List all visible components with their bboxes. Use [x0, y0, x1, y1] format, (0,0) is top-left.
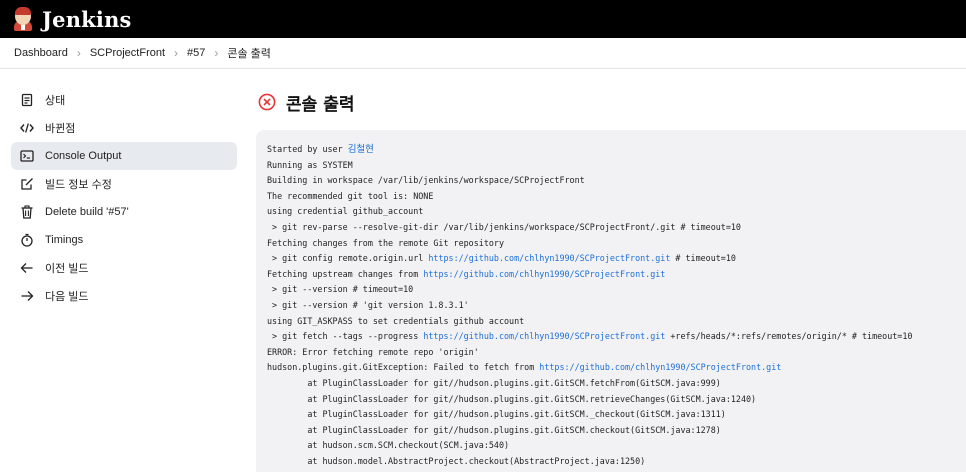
console-line: using credential github_account — [267, 204, 966, 220]
edit-icon — [20, 177, 34, 191]
console-line: using GIT_ASKPASS to set credentials git… — [267, 314, 966, 330]
console-line: Running as SYSTEM — [267, 158, 966, 174]
top-header: Jenkins — [0, 0, 966, 38]
console-line-text: at PluginClassLoader for git//hudson.plu… — [267, 409, 726, 420]
console-line: > git --version # timeout=10 — [267, 282, 966, 298]
chevron-right-icon: › — [214, 46, 219, 60]
chevron-right-icon: › — [174, 46, 179, 60]
console-line-text: at hudson.model.AbstractProject.checkout… — [267, 455, 646, 466]
console-output[interactable]: Started by user 김철현 Running as SYSTEM Buil… — [256, 130, 966, 472]
console-line-text: Building in workspace /var/lib/jenkins/w… — [267, 175, 585, 186]
trash-icon — [20, 205, 34, 219]
console-line-text: using GIT_ASKPASS to set credentials git… — [267, 315, 525, 326]
sidebar-item-next-build[interactable]: 다음 빌드 — [11, 282, 237, 310]
breadcrumb-build[interactable]: #57 — [187, 47, 205, 59]
console-line-text: hudson.plugins.git.GitException: Failed … — [267, 362, 540, 373]
console-line: > git --version # 'git version 1.8.3.1' — [267, 298, 966, 314]
console-line: Fetching upstream changes from https://g… — [267, 267, 966, 283]
sidebar-item-previous-build[interactable]: 이전 빌드 — [11, 254, 237, 282]
repo-link[interactable]: https://github.com/chlhyn1990/SCProjectF… — [539, 362, 781, 372]
sidebar-item-timings[interactable]: Timings — [11, 226, 237, 254]
console-line-text: using credential github_account — [267, 206, 424, 217]
console-line-text: at PluginClassLoader for git//hudson.plu… — [267, 424, 721, 435]
console-line: at hudson.scm.SCM.checkout(SCM.java:540) — [267, 438, 966, 454]
console-line: at PluginClassLoader for git//hudson.plu… — [267, 423, 966, 439]
console-line-text: at PluginClassLoader for git//hudson.plu… — [267, 377, 721, 388]
page-title: 콘솔 출력 — [286, 94, 355, 115]
user-link[interactable]: 김철현 — [348, 144, 374, 155]
console-line: > git config remote.origin.url https://g… — [267, 251, 966, 267]
console-line-text: > git fetch --tags --progress — [267, 331, 424, 342]
jenkins-logo-icon[interactable] — [12, 7, 34, 31]
document-icon — [20, 93, 34, 107]
sidebar-item-edit-build-info[interactable]: 빌드 정보 수정 — [11, 170, 237, 198]
repo-link[interactable]: https://github.com/chlhyn1990/SCProjectF… — [423, 269, 665, 279]
brand-name[interactable]: Jenkins — [42, 7, 132, 32]
console-line-text: at PluginClassLoader for git//hudson.plu… — [267, 393, 757, 404]
console-line: at PluginClassLoader for git//hudson.plu… — [267, 392, 966, 408]
console-line: at PluginClassLoader for git//hudson.plu… — [267, 407, 966, 423]
terminal-icon — [20, 149, 34, 163]
console-line-suffix: +refs/heads/*:refs/remotes/origin/* # ti… — [665, 331, 913, 342]
console-line-text: The recommended git tool is: NONE — [267, 190, 434, 201]
console-line-text: > git --version # 'git version 1.8.3.1' — [267, 299, 469, 310]
sidebar-item-label: 빌드 정보 수정 — [45, 179, 112, 191]
console-line-text: ERROR: Error fetching remote repo 'origi… — [267, 346, 479, 357]
breadcrumb-console[interactable]: 콘솔 출력 — [227, 45, 271, 61]
console-line: Started by user 김철현 — [267, 142, 966, 158]
console-line: hudson.plugins.git.GitException: Failed … — [267, 360, 966, 376]
console-line: > git rev-parse --resolve-git-dir /var/l… — [267, 220, 966, 236]
sidebar-item-status[interactable]: 상태 — [11, 86, 237, 114]
console-line-suffix: # timeout=10 — [670, 253, 736, 264]
console-line-text: Started by user — [267, 144, 348, 154]
sidebar-item-label: Delete build '#57' — [45, 206, 129, 218]
console-line: ERROR: Error fetching remote repo 'origi… — [267, 345, 966, 361]
chevron-right-icon: › — [76, 46, 81, 60]
sidebar-item-label: 이전 빌드 — [45, 263, 89, 275]
page-title-row: 콘솔 출력 — [258, 90, 355, 115]
console-line-text: > git rev-parse --resolve-git-dir /var/l… — [267, 221, 741, 232]
console-line: Building in workspace /var/lib/jenkins/w… — [267, 173, 966, 189]
sidebar: 상태 바뀐점 Console Output 빌드 정보 수정 Delete bu… — [11, 86, 237, 310]
sidebar-item-label: Timings — [45, 234, 84, 246]
code-icon — [20, 121, 34, 135]
console-line-text: at hudson.scm.SCM.checkout(SCM.java:540) — [267, 440, 510, 451]
failed-status-icon — [258, 93, 276, 111]
console-line: The recommended git tool is: NONE — [267, 189, 966, 205]
breadcrumb-dashboard[interactable]: Dashboard — [14, 47, 68, 59]
console-line: > git fetch --tags --progress https://gi… — [267, 329, 966, 345]
sidebar-item-changes[interactable]: 바뀐점 — [11, 114, 237, 142]
sidebar-item-delete-build[interactable]: Delete build '#57' — [11, 198, 237, 226]
breadcrumb-project[interactable]: SCProjectFront — [90, 47, 165, 59]
sidebar-item-label: Console Output — [45, 150, 122, 162]
console-line-text: > git config remote.origin.url — [267, 253, 429, 264]
repo-link[interactable]: https://github.com/chlhyn1990/SCProjectF… — [428, 253, 670, 263]
repo-link[interactable]: https://github.com/chlhyn1990/SCProjectF… — [423, 331, 665, 341]
arrow-right-icon — [20, 289, 34, 303]
sidebar-item-label: 상태 — [45, 95, 66, 107]
breadcrumb: Dashboard › SCProjectFront › #57 › 콘솔 출력 — [0, 38, 966, 69]
console-line-text: Fetching upstream changes from — [267, 268, 424, 279]
console-line: Fetching changes from the remote Git rep… — [267, 236, 966, 252]
sidebar-item-console-output[interactable]: Console Output — [11, 142, 237, 170]
stopwatch-icon — [20, 233, 34, 247]
console-line: at hudson.model.AbstractProject.checkout… — [267, 454, 966, 470]
arrow-left-icon — [20, 261, 34, 275]
console-line: at PluginClassLoader for git//hudson.plu… — [267, 376, 966, 392]
console-line-text: Running as SYSTEM — [267, 159, 353, 170]
sidebar-item-label: 바뀐점 — [45, 123, 76, 135]
console-line-text: Fetching changes from the remote Git rep… — [267, 237, 504, 248]
console-line-text: > git --version # timeout=10 — [267, 284, 414, 295]
sidebar-item-label: 다음 빌드 — [45, 291, 89, 303]
